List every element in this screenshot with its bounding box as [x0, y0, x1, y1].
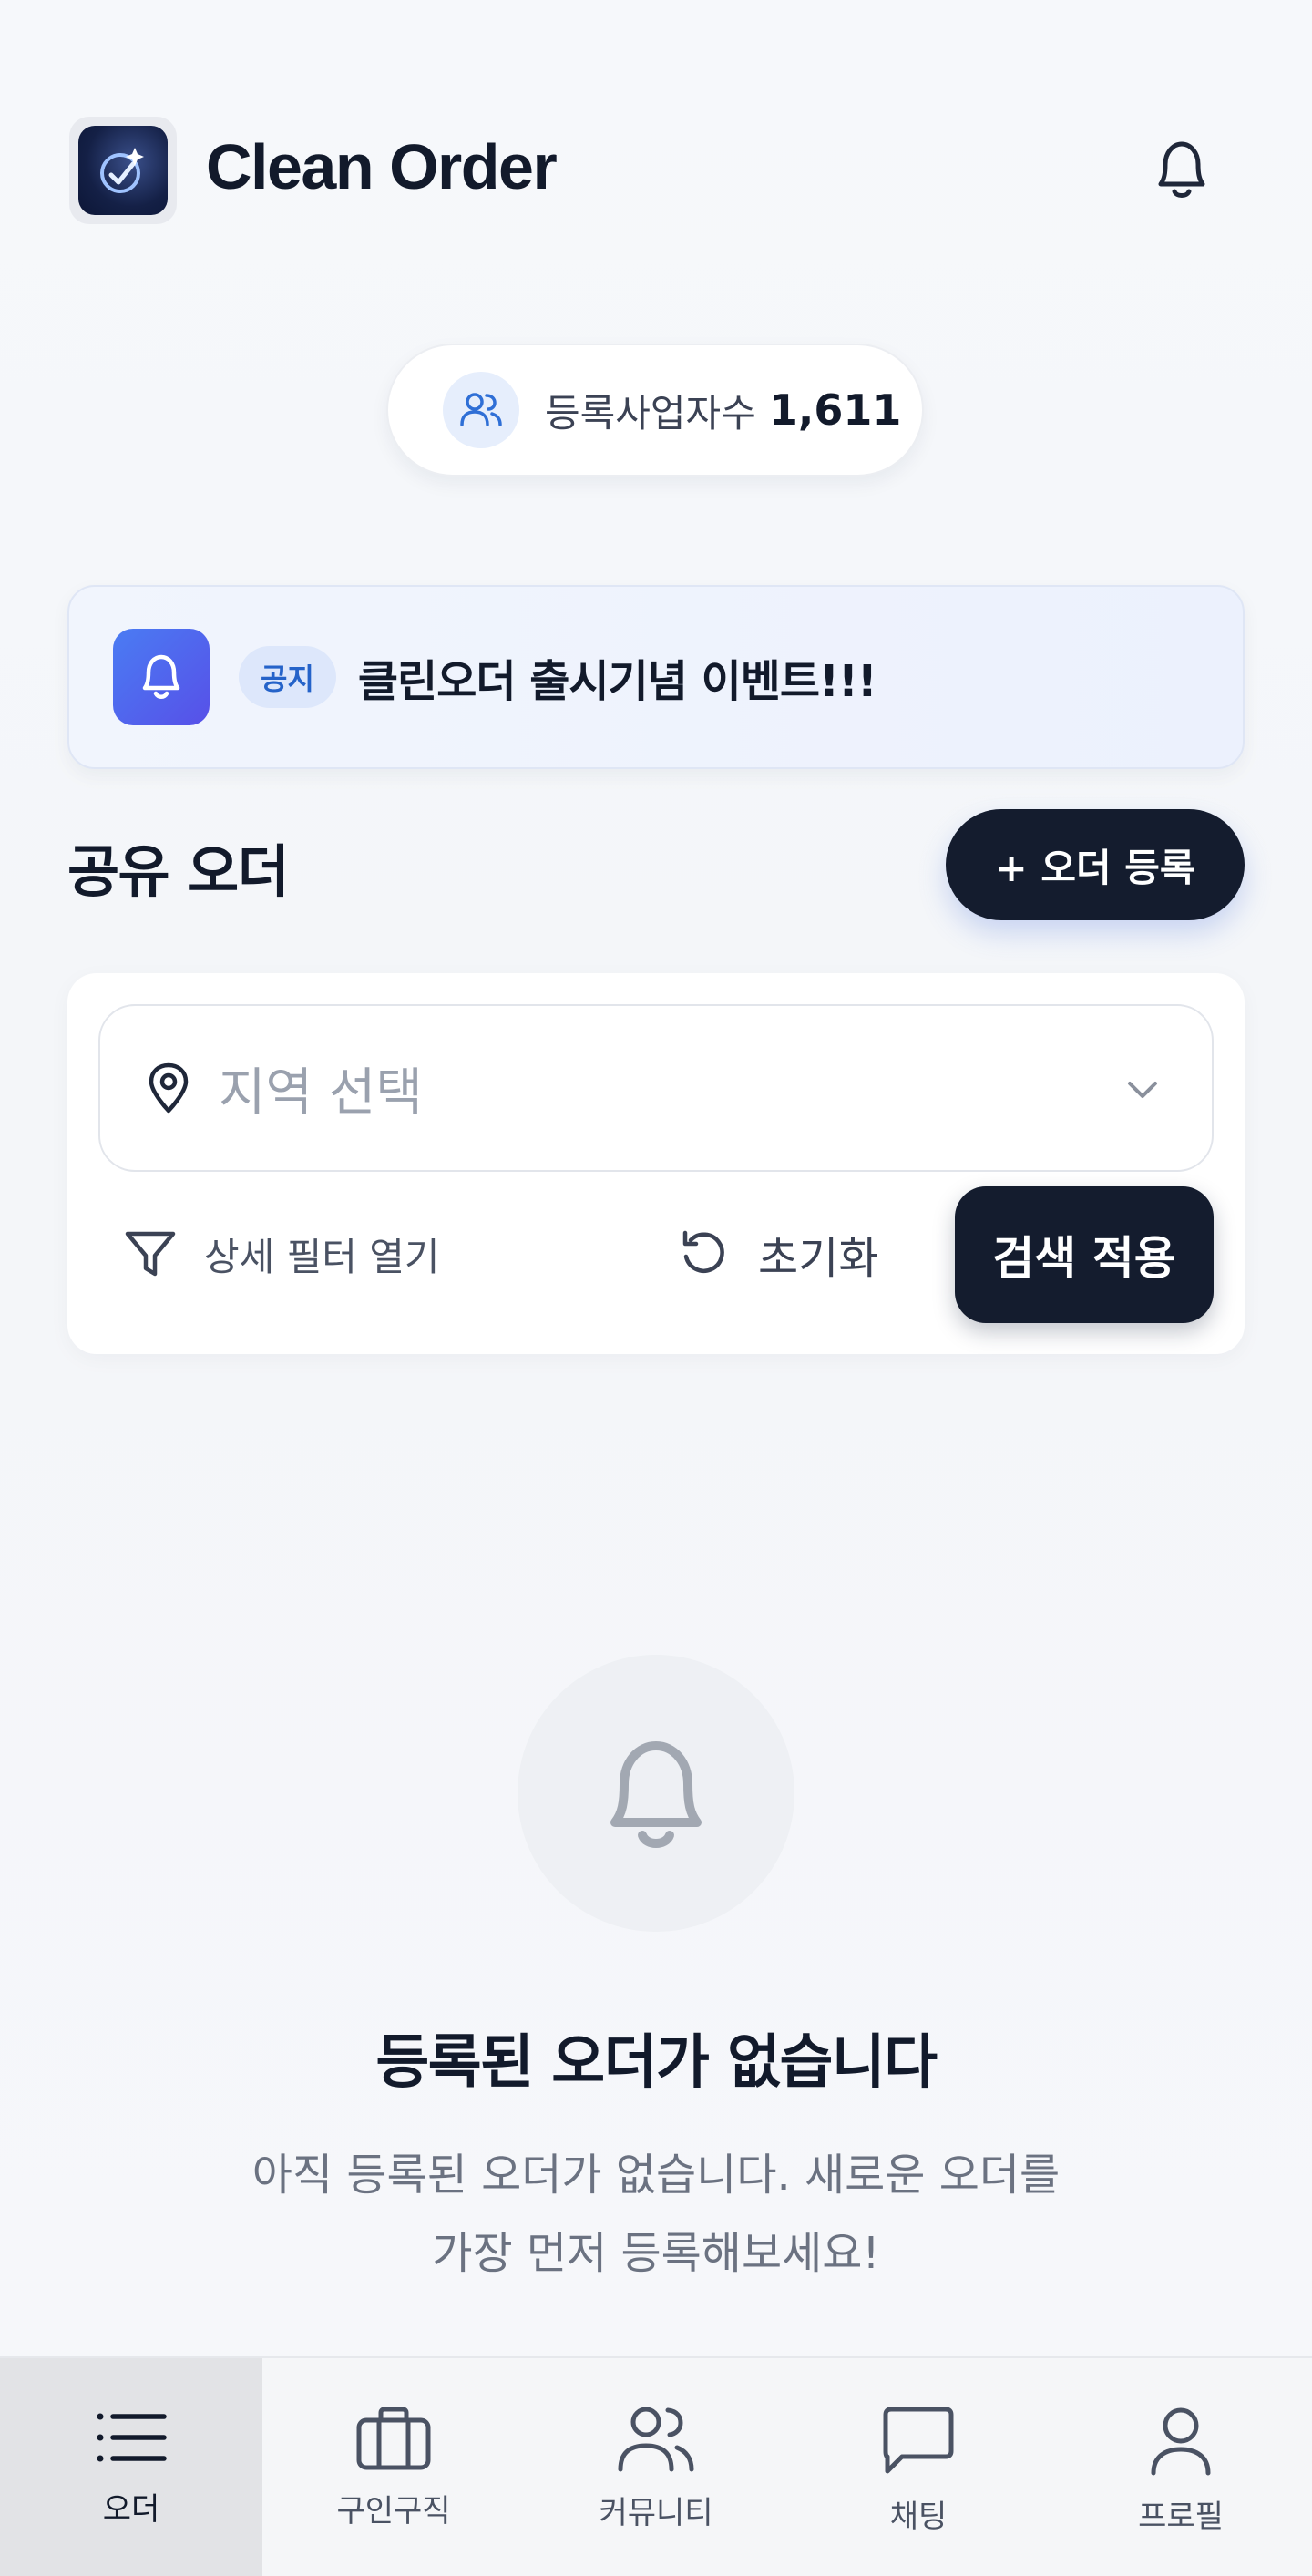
- logo-icon: [78, 126, 168, 215]
- notice-title: 클린오더 출시기념 이벤트!!!: [357, 656, 877, 707]
- registered-count-label: 등록사업자수: [545, 390, 756, 436]
- apply-search-button[interactable]: 검색 적용: [955, 1186, 1214, 1323]
- nav-label: 프로필: [1138, 2499, 1224, 2535]
- nav-item-community[interactable]: 커뮤니티: [525, 2358, 787, 2576]
- section-title: 공유 오더: [67, 838, 290, 905]
- location-pin-icon: [149, 1062, 189, 1114]
- notice-banner[interactable]: 공지 클린오더 출시기념 이벤트!!!: [67, 585, 1245, 769]
- detail-filter-toggle[interactable]: 상세 필터 열기: [124, 1226, 440, 1281]
- app-title: Clean Order: [206, 131, 558, 202]
- notice-badge: 공지: [239, 646, 336, 708]
- nav-label: 오더: [102, 2491, 160, 2528]
- reset-label: 초기화: [758, 1233, 879, 1284]
- list-icon: [97, 2413, 167, 2462]
- chevron-down-icon: [1128, 1082, 1157, 1098]
- notification-bell-icon[interactable]: [1150, 135, 1214, 204]
- reset-icon: [682, 1230, 724, 1273]
- empty-state-title: 등록된 오더가 없습니다: [375, 2029, 938, 2097]
- filter-card: 지역 선택 상세 필터 열기 초기화 검색 적용: [67, 973, 1245, 1354]
- chat-icon: [883, 2407, 954, 2474]
- briefcase-icon: [356, 2407, 431, 2470]
- detail-filter-label: 상세 필터 열기: [204, 1234, 440, 1279]
- bell-icon: [610, 1741, 702, 1848]
- nav-item-chat[interactable]: 채팅: [787, 2358, 1050, 2576]
- nav-item-jobs[interactable]: 구인구직: [262, 2358, 525, 2576]
- empty-state-illustration: [518, 1655, 794, 1932]
- user-icon: [1151, 2407, 1211, 2476]
- filter-icon: [125, 1231, 176, 1277]
- registered-count-value: 1,611: [768, 385, 902, 435]
- nav-label: 채팅: [889, 2499, 948, 2535]
- reset-button[interactable]: 초기화: [678, 1221, 878, 1287]
- nav-item-profile[interactable]: 프로필: [1050, 2358, 1312, 2576]
- users-icon: [618, 2407, 694, 2472]
- empty-desc-line-2: 가장 먼저 등록해보세요!: [432, 2228, 880, 2279]
- region-placeholder: 지역 선택: [219, 1062, 423, 1123]
- region-select[interactable]: 지역 선택: [98, 1004, 1214, 1172]
- nav-label: 커뮤니티: [599, 2495, 713, 2531]
- users-icon: [443, 372, 519, 448]
- bell-icon: [113, 629, 210, 725]
- add-order-button[interactable]: + 오더 등록: [946, 809, 1245, 920]
- bottom-navigation: 오더 구인구직 커뮤니티 채팅 프로필: [0, 2356, 1312, 2576]
- nav-label: 구인구직: [336, 2493, 451, 2530]
- nav-item-orders[interactable]: 오더: [0, 2358, 262, 2576]
- app-header: Clean Order: [0, 0, 1312, 337]
- empty-desc-line-1: 아직 등록된 오더가 없습니다. 새로운 오더를: [251, 2150, 1061, 2201]
- empty-state-description: 아직 등록된 오더가 없습니다. 새로운 오더를 가장 먼저 등록해보세요!: [200, 2136, 1112, 2293]
- registered-business-count: 등록사업자수 1,611: [386, 344, 924, 477]
- app-logo: [69, 117, 177, 224]
